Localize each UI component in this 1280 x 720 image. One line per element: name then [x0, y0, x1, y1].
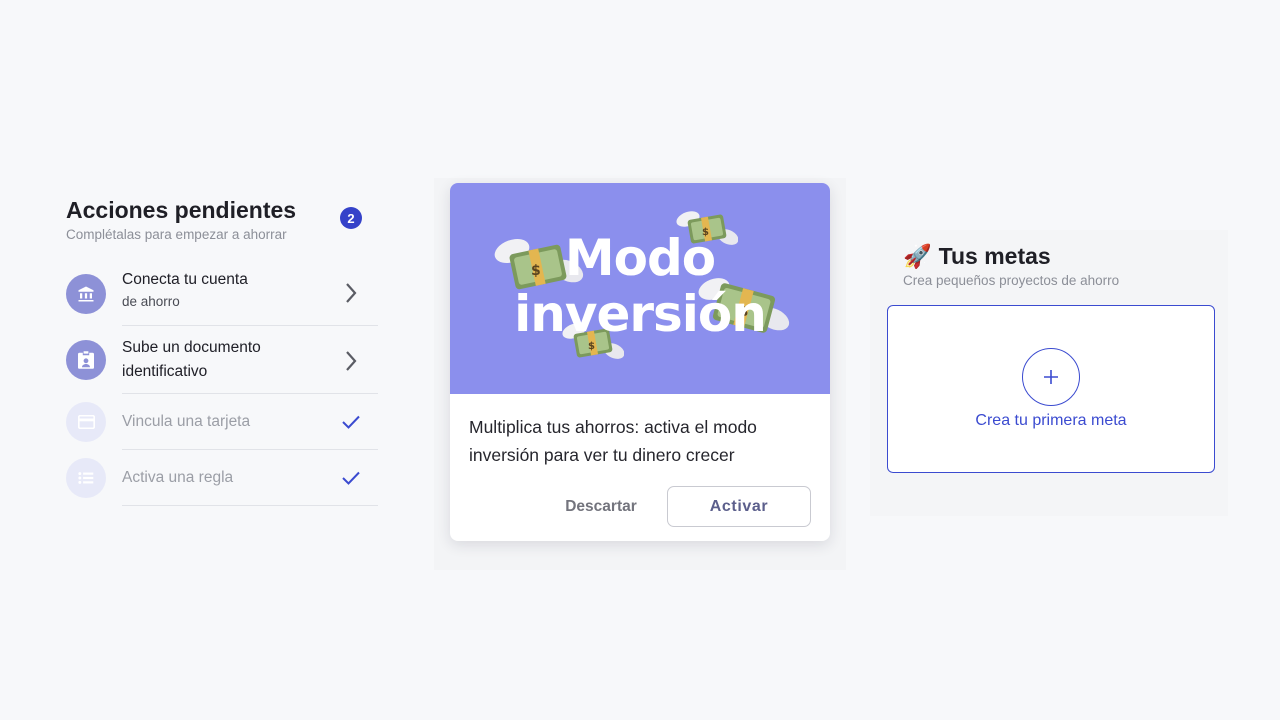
- action-link-card[interactable]: Vincula una tarjeta: [66, 394, 378, 450]
- activate-button[interactable]: Activar: [667, 486, 811, 527]
- pending-actions-panel: Acciones pendientes Complétalas para emp…: [66, 196, 378, 506]
- bank-icon: [66, 274, 106, 314]
- check-icon: [340, 467, 362, 489]
- goals-subtitle: Crea pequeños proyectos de ahorro: [903, 273, 1120, 288]
- action-activate-rule[interactable]: Activa una regla: [66, 450, 378, 506]
- action-connect-account[interactable]: Conecta tu cuenta de ahorro: [66, 258, 378, 326]
- pending-actions-list: Conecta tu cuenta de ahorro Sube un docu…: [66, 258, 378, 506]
- create-first-goal-label[interactable]: Crea tu primera meta: [888, 412, 1214, 430]
- list-icon: [66, 458, 106, 498]
- plus-icon[interactable]: [1022, 348, 1080, 406]
- action-subtitle: de ahorro: [122, 294, 180, 309]
- banner-title-line1: Modo: [564, 229, 716, 287]
- action-title: Vincula una tarjeta: [122, 413, 251, 430]
- chevron-right-icon: [340, 282, 362, 304]
- credit-card-icon: [66, 402, 106, 442]
- pending-actions-subtitle: Complétalas para empezar a ahorrar: [66, 227, 287, 242]
- action-title-continued: identificativo: [122, 363, 208, 380]
- banner-title-line2: inversión: [514, 285, 767, 343]
- goals-title-text: Tus metas: [938, 243, 1051, 269]
- dismiss-button[interactable]: Descartar: [556, 489, 646, 525]
- promo-description: Multiplica tus ahorros: activa el modo i…: [469, 417, 757, 465]
- divider: [122, 505, 378, 506]
- create-first-goal-card[interactable]: Crea tu primera meta: [887, 305, 1215, 473]
- pending-count-badge: 2: [340, 207, 362, 229]
- action-title: Sube un documento: [122, 339, 261, 356]
- action-upload-document[interactable]: Sube un documento identificativo: [66, 326, 378, 394]
- goals-title: 🚀 Tus metas: [903, 242, 1051, 270]
- action-title: Activa una regla: [122, 469, 234, 486]
- chevron-right-icon: [340, 350, 362, 372]
- action-title: Conecta tu cuenta: [122, 271, 248, 288]
- check-icon: [340, 411, 362, 433]
- investment-mode-card: $ $ $ $ Modo inversión Multiplica tus ah…: [450, 183, 830, 541]
- investment-mode-banner: $ $ $ $ Modo inversión: [450, 183, 830, 394]
- rocket-icon: 🚀: [903, 243, 932, 269]
- pending-actions-title: Acciones pendientes: [66, 197, 297, 223]
- id-badge-icon: [66, 340, 106, 380]
